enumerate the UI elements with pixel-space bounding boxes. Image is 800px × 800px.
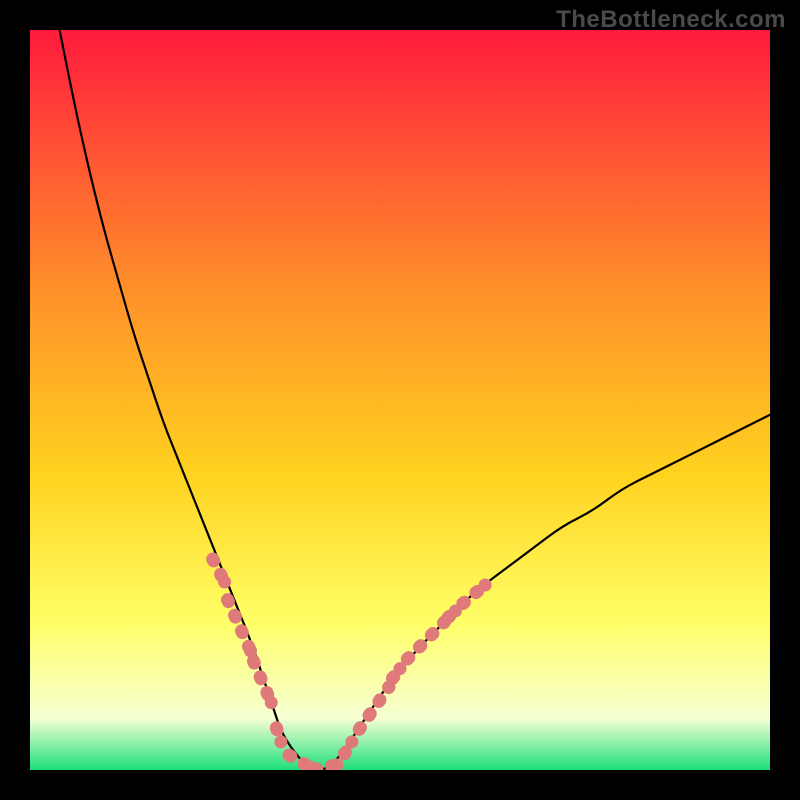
accent-cap — [401, 653, 414, 666]
accent-cap — [265, 696, 278, 709]
accent-cap — [270, 721, 283, 734]
gradient-background — [30, 30, 770, 770]
accent-cap — [338, 747, 351, 760]
plot-frame — [30, 30, 770, 770]
chart-stage: TheBottleneck.com — [0, 0, 800, 800]
accent-cap — [283, 749, 296, 762]
accent-cap — [218, 576, 231, 589]
accent-cap — [345, 735, 358, 748]
accent-cap — [456, 597, 469, 610]
accent-cap — [274, 735, 287, 748]
watermark-text: TheBottleneck.com — [556, 6, 786, 34]
accent-cap — [206, 553, 219, 566]
accent-cap — [221, 593, 234, 606]
plot-svg — [30, 30, 770, 770]
accent-cap — [247, 655, 260, 668]
accent-cap — [479, 579, 492, 592]
accent-cap — [353, 723, 366, 736]
